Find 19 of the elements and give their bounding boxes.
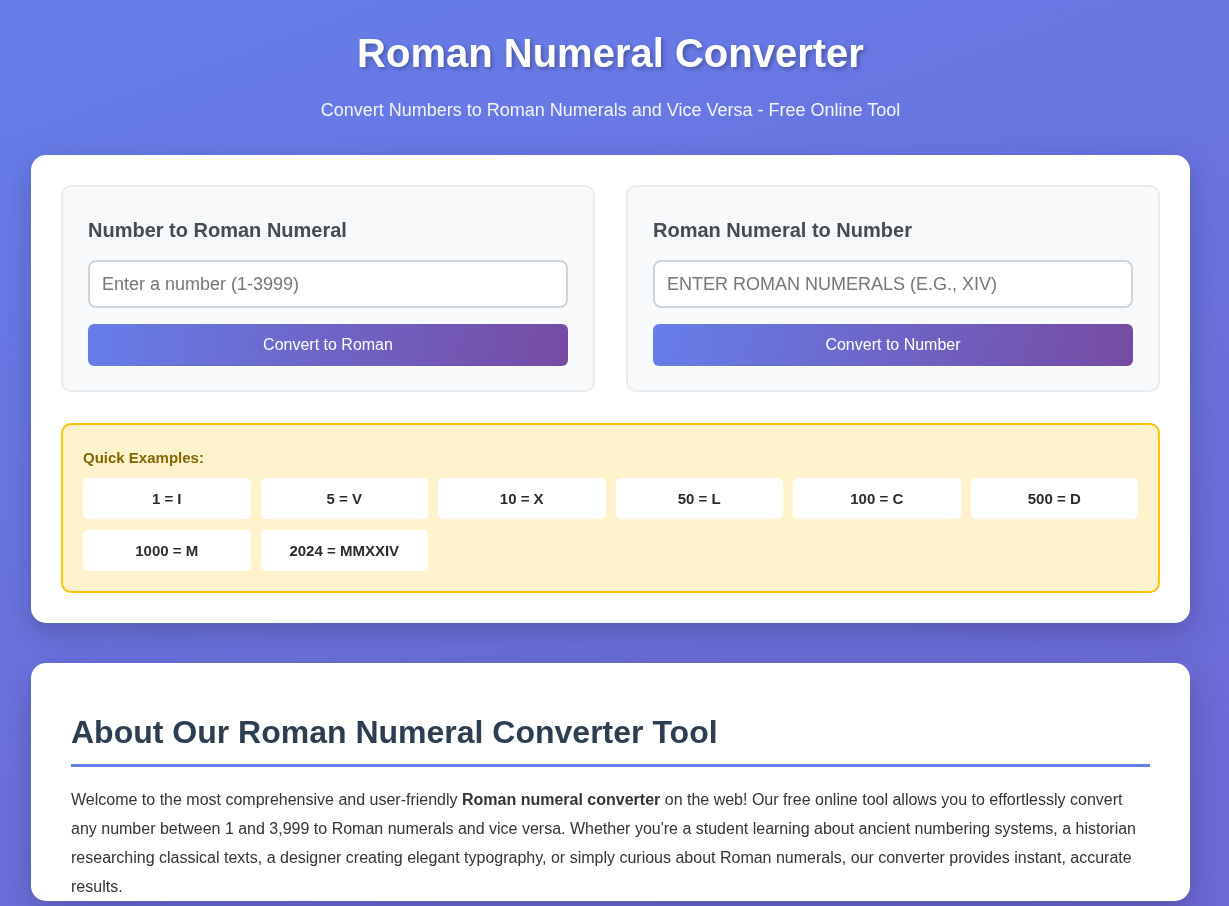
example-button[interactable]: 50 = L [615,478,783,519]
convert-button[interactable]: Convert to Roman [88,324,568,366]
examples-title: Quick Examples: [83,449,204,467]
example-button[interactable]: 100 = C [793,478,961,519]
page-title: Roman Numeral Converter [357,30,864,77]
input-field[interactable]: Enter a number (1-3999) [88,260,568,308]
panel-heading: Number to Roman Numeral [88,218,347,242]
example-button[interactable]: 1000 = M [83,530,251,571]
about-heading: About Our Roman Numeral Converter Tool [71,713,718,751]
example-button[interactable]: 5 = V [260,478,428,519]
input-field[interactable]: ENTER ROMAN NUMERALS (E.G., XIV) [653,260,1133,308]
page-subtitle: Convert Numbers to Roman Numerals and Vice Versa - Free Online Tool [320,99,901,121]
example-button[interactable]: 10 = X [438,478,606,519]
example-button[interactable]: 2024 = MMXXIV [260,530,428,571]
about-paragraph: Welcome to the most comprehensive and user-friendly Roman numeral converter on the web! Our free online tool allows you to effortlessly convert any number between 1 and 3,999 to Roman numerals and vice versa. Whether you're a student learning about ancient numbering systems, a historian researching classical texts, a designer creating elegant typography, or simply curious about Roman numerals, our converter provides instant, accurate results. [71,790,1137,897]
example-button[interactable]: 500 = D [970,478,1138,519]
convert-button[interactable]: Convert to Number [653,324,1133,366]
example-button[interactable]: 1 = I [83,478,251,519]
panel-heading: Roman Numeral to Number [653,218,912,242]
